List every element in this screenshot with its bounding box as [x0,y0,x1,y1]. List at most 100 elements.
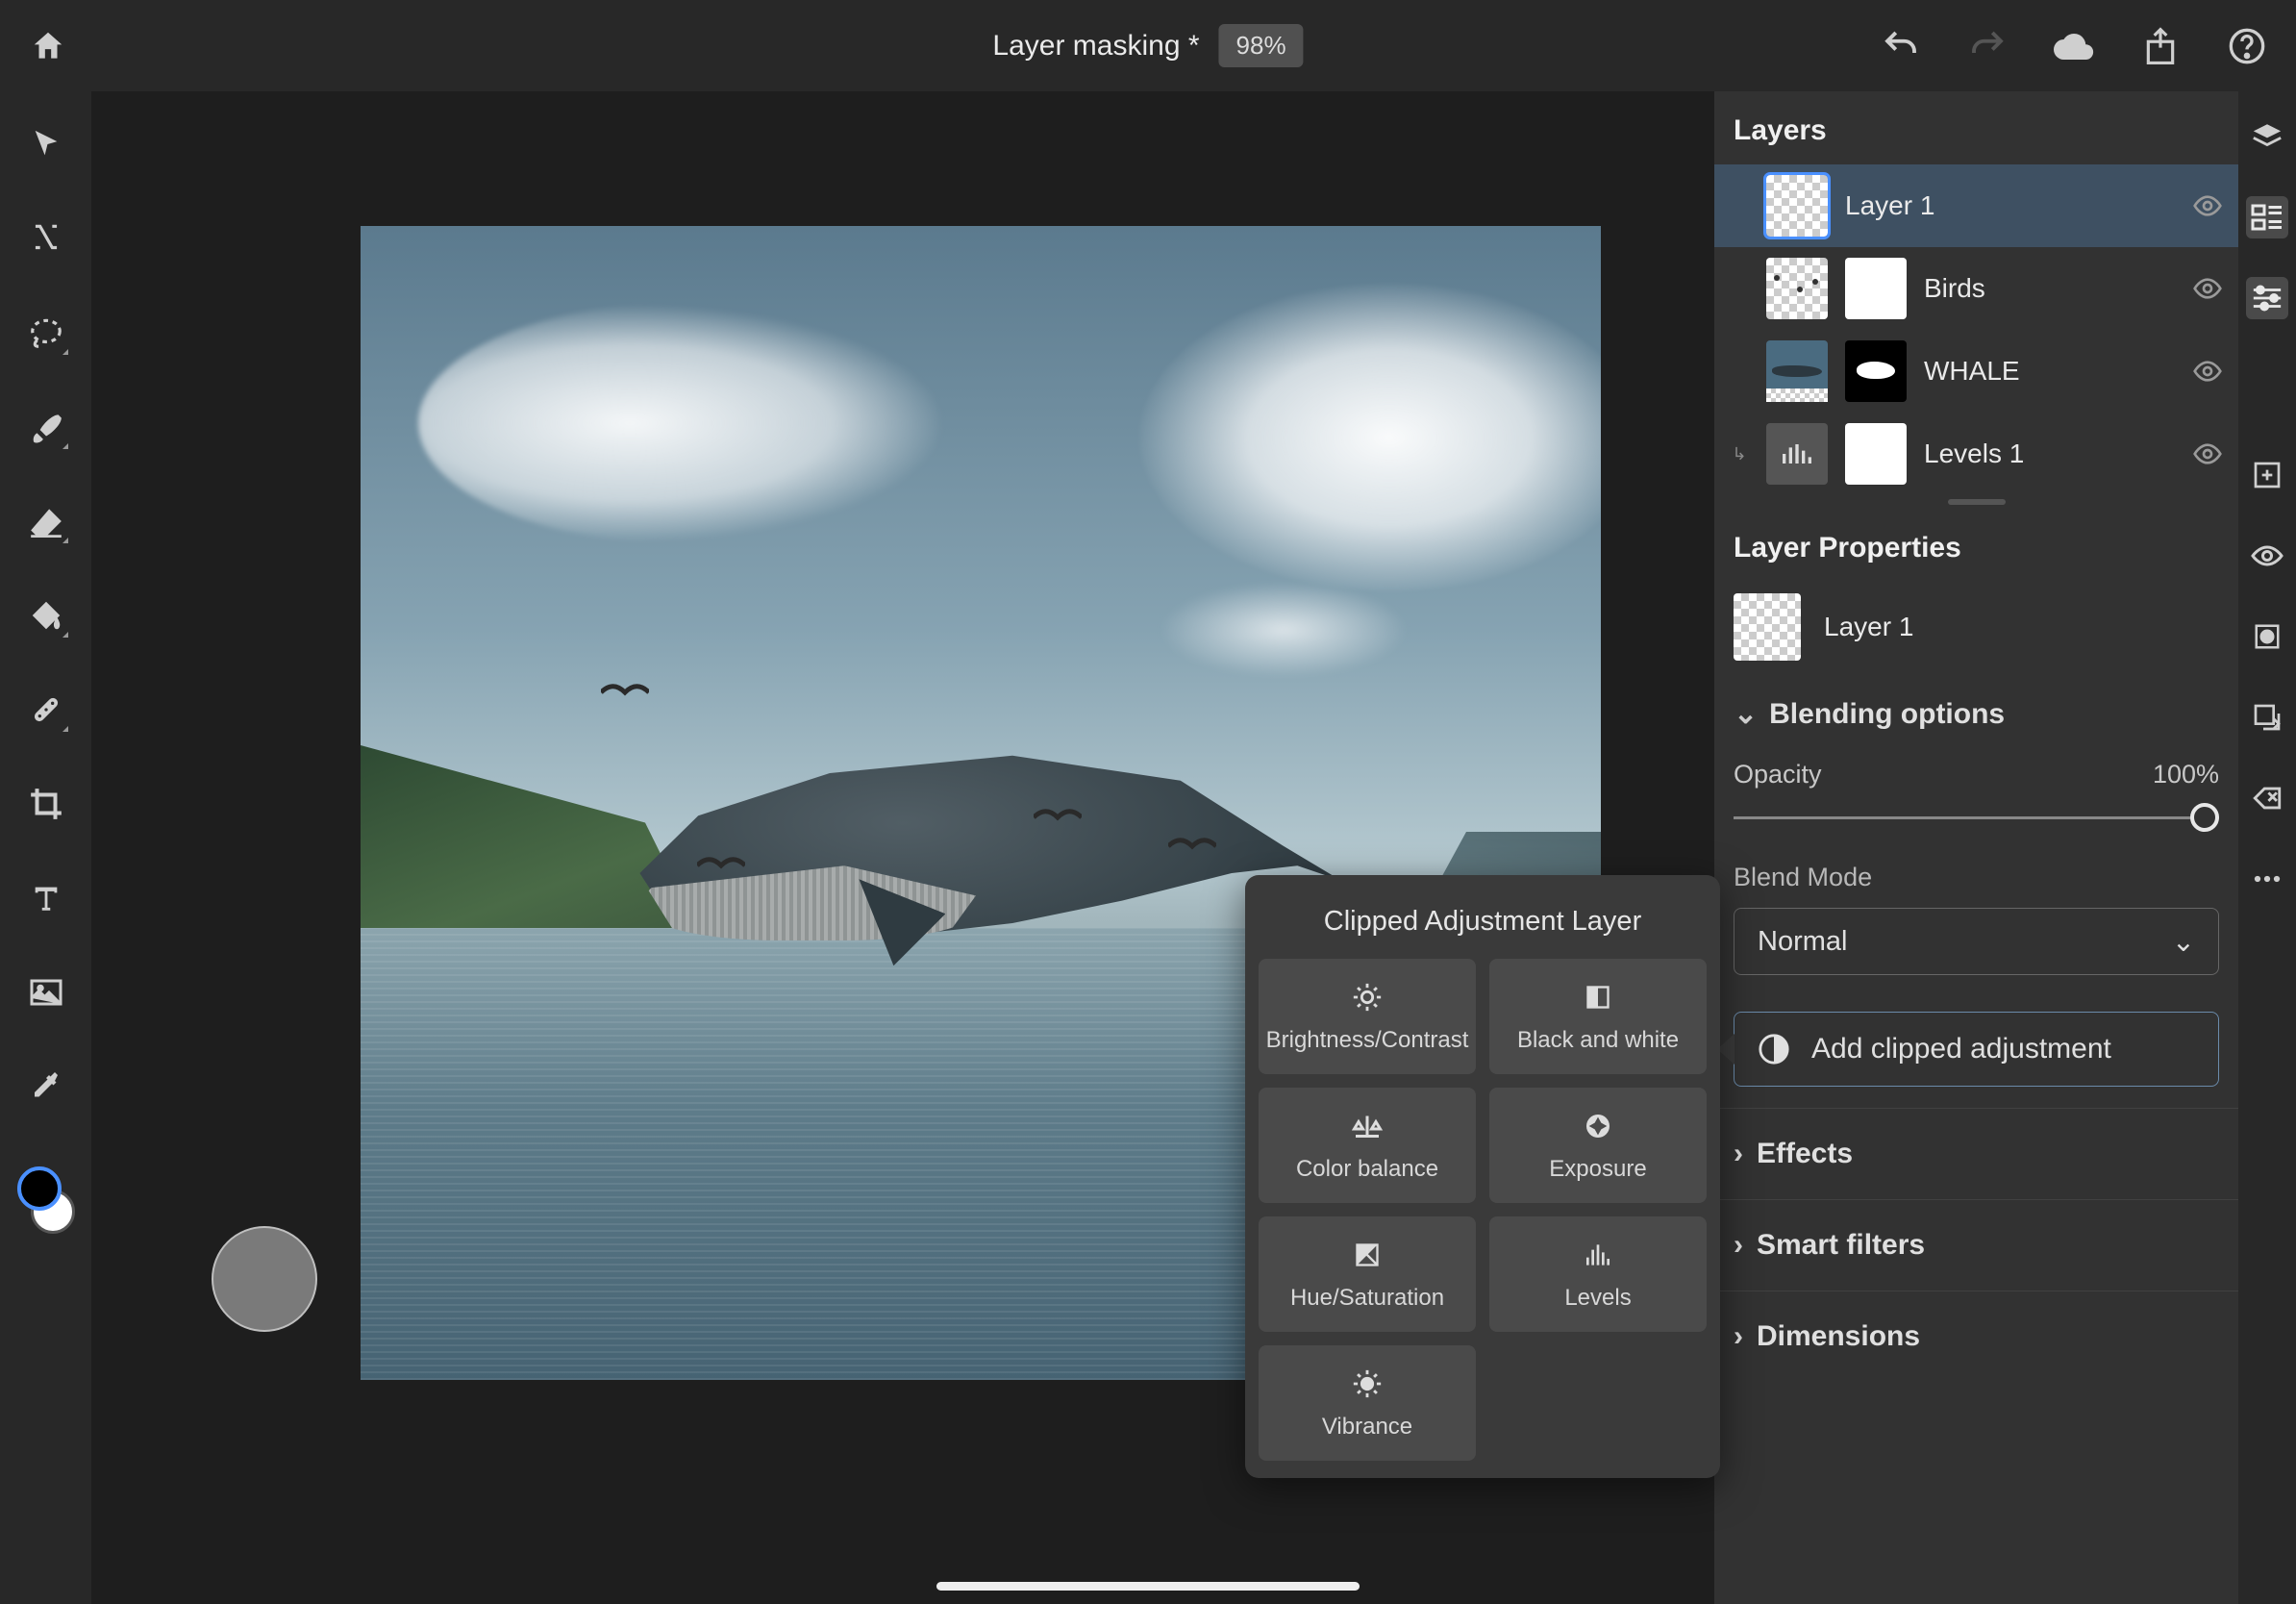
layer-mask-thumbnail[interactable] [1845,340,1907,402]
bird-shape [697,851,745,880]
adjustment-levels[interactable]: Levels [1489,1216,1707,1332]
add-clipped-adjustment-label: Add clipped adjustment [1811,1033,2111,1065]
layer-name[interactable]: Birds [1924,273,2175,304]
home-icon[interactable] [29,27,67,65]
blend-mode-select[interactable]: Normal ⌄ [1734,908,2219,975]
bird-shape [1034,803,1082,832]
clipped-adjustment-popover: Clipped Adjustment Layer Brightness/Cont… [1245,875,1720,1478]
delete-rail-icon[interactable] [2246,777,2288,819]
blending-options-label: Blending options [1769,698,2005,731]
popover-title: Clipped Adjustment Layer [1259,892,1707,959]
top-bar: Layer masking * 98% [0,0,2296,91]
share-icon[interactable] [2140,26,2181,66]
layer-row[interactable]: Layer 1 [1714,164,2238,247]
visibility-icon[interactable] [2192,190,2223,221]
adjustment-brightness-contrast[interactable]: Brightness/Contrast [1259,959,1476,1074]
redo-icon[interactable] [1967,26,2008,66]
layer-row[interactable]: Birds [1714,247,2238,330]
smart-filters-section[interactable]: › Smart filters [1714,1199,2238,1291]
adjustment-color-balance[interactable]: Color balance [1259,1088,1476,1203]
panel-resize-handle[interactable] [1714,495,2238,509]
adjustment-layer-thumbnail[interactable] [1766,423,1828,485]
transform-tool-icon[interactable] [22,214,70,263]
add-clipped-adjustment-button[interactable]: Add clipped adjustment [1734,1012,2219,1087]
layer-name[interactable]: Layer 1 [1845,190,2175,221]
type-tool-icon[interactable] [22,874,70,922]
exposure-icon [1583,1108,1613,1144]
visibility-icon[interactable] [2192,356,2223,387]
clip-indicator-icon: ↳ [1730,444,1749,464]
lasso-tool-icon[interactable] [22,309,70,357]
visibility-rail-icon[interactable] [2246,535,2288,577]
zoom-badge[interactable]: 98% [1219,24,1304,67]
document-title[interactable]: Layer masking * [992,30,1199,63]
layer-mask-thumbnail[interactable] [1845,258,1907,319]
heal-tool-icon[interactable] [22,686,70,734]
huesat-icon [1354,1237,1381,1273]
bw-icon [1585,979,1611,1015]
chevron-right-icon: › [1734,1320,1743,1353]
more-rail-icon[interactable] [2246,858,2288,900]
opacity-value: 100% [2153,760,2219,789]
cloud-shape [418,303,947,543]
foreground-color-swatch[interactable] [17,1166,62,1211]
layer-thumbnail[interactable] [1766,258,1828,319]
popover-item-label: Vibrance [1322,1414,1412,1441]
selected-layer-row: Layer 1 [1714,582,2238,672]
layer-thumbnail[interactable] [1766,340,1828,402]
properties-icon[interactable] [2246,277,2288,319]
smart-filters-label: Smart filters [1757,1229,1925,1262]
blend-mode-label: Blend Mode [1714,855,2238,902]
layer-thumbnail[interactable] [1766,175,1828,237]
blending-options-header[interactable]: ⌄ Blending options [1714,672,2238,748]
popover-item-label: Brightness/Contrast [1266,1027,1469,1054]
adjustment-black-white[interactable]: Black and white [1489,959,1707,1074]
mask-rail-icon[interactable] [2246,615,2288,658]
dimensions-label: Dimensions [1757,1320,1920,1353]
home-indicator [936,1582,1360,1591]
layer-row[interactable]: WHALE [1714,330,2238,413]
layers-detail-icon[interactable] [2246,196,2288,238]
layer-mask-thumbnail[interactable] [1845,423,1907,485]
layers-compact-icon[interactable] [2246,115,2288,158]
adjustment-hue-saturation[interactable]: Hue/Saturation [1259,1216,1476,1332]
undo-icon[interactable] [1881,26,1921,66]
slider-thumb[interactable] [2190,803,2219,832]
side-panel: Layers Layer 1 Birds WHALE ↳ [1714,91,2238,1604]
add-layer-icon[interactable] [2246,454,2288,496]
help-icon[interactable] [2227,26,2267,66]
eyedropper-tool-icon[interactable] [22,1063,70,1111]
adjustment-vibrance[interactable]: Vibrance [1259,1345,1476,1461]
crop-tool-icon[interactable] [22,780,70,828]
visibility-icon[interactable] [2192,439,2223,469]
brush-tool-icon[interactable] [22,403,70,451]
popover-item-label: Black and white [1517,1027,1679,1054]
visibility-icon[interactable] [2192,273,2223,304]
clip-rail-icon[interactable] [2246,696,2288,739]
popover-item-label: Color balance [1296,1156,1438,1183]
selected-layer-name[interactable]: Layer 1 [1824,612,2219,642]
eraser-tool-icon[interactable] [22,497,70,545]
layer-row[interactable]: ↳ Levels 1 [1714,413,2238,495]
opacity-label: Opacity [1734,760,1822,789]
balance-icon [1350,1108,1385,1144]
layer-name[interactable]: WHALE [1924,356,2175,387]
cloud-icon[interactable] [2054,26,2094,66]
levels-icon [1583,1237,1613,1273]
opacity-slider[interactable] [1734,803,2219,832]
selected-layer-thumbnail[interactable] [1734,593,1801,661]
chevron-right-icon: › [1734,1229,1743,1262]
fill-tool-icon[interactable] [22,591,70,639]
cloud-shape [1159,582,1409,678]
adjustment-exposure[interactable]: Exposure [1489,1088,1707,1203]
vibrance-icon [1351,1366,1384,1402]
right-rail [2238,91,2296,1604]
layer-list: Layer 1 Birds WHALE ↳ Levels 1 [1714,164,2238,495]
dimensions-section[interactable]: › Dimensions [1714,1291,2238,1382]
color-swatches[interactable] [17,1166,75,1234]
layer-name[interactable]: Levels 1 [1924,439,2175,469]
brush-size-preview[interactable] [212,1226,317,1332]
effects-section[interactable]: › Effects [1714,1108,2238,1199]
move-tool-icon[interactable] [22,120,70,168]
place-image-tool-icon[interactable] [22,968,70,1016]
